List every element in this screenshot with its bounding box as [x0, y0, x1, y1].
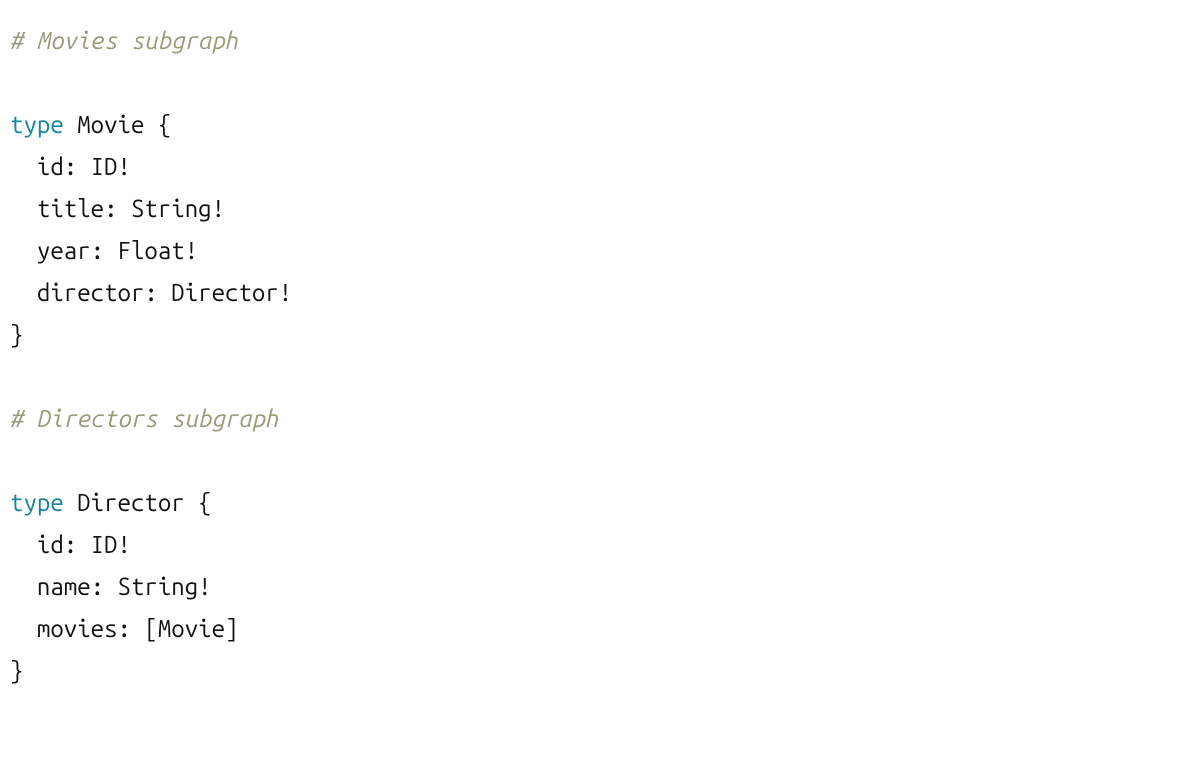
field-name: name: String!: [10, 573, 212, 600]
comment-movies-subgraph: # Movies subgraph: [10, 27, 238, 54]
comment-directors-subgraph: # Directors subgraph: [10, 405, 279, 432]
field-id-movie: id: ID!: [10, 153, 131, 180]
close-brace-movie: }: [10, 321, 23, 348]
field-director: director: Director!: [10, 279, 292, 306]
field-movies: movies: [Movie]: [10, 615, 238, 642]
close-brace-director: }: [10, 657, 23, 684]
type-movie-open: Movie {: [64, 111, 172, 138]
code-block: # Movies subgraph type Movie { id: ID! t…: [10, 20, 1188, 692]
type-director-open: Director {: [64, 489, 212, 516]
keyword-type: type: [10, 489, 64, 516]
field-title: title: String!: [10, 195, 225, 222]
field-year: year: Float!: [10, 237, 198, 264]
keyword-type: type: [10, 111, 64, 138]
field-id-director: id: ID!: [10, 531, 131, 558]
